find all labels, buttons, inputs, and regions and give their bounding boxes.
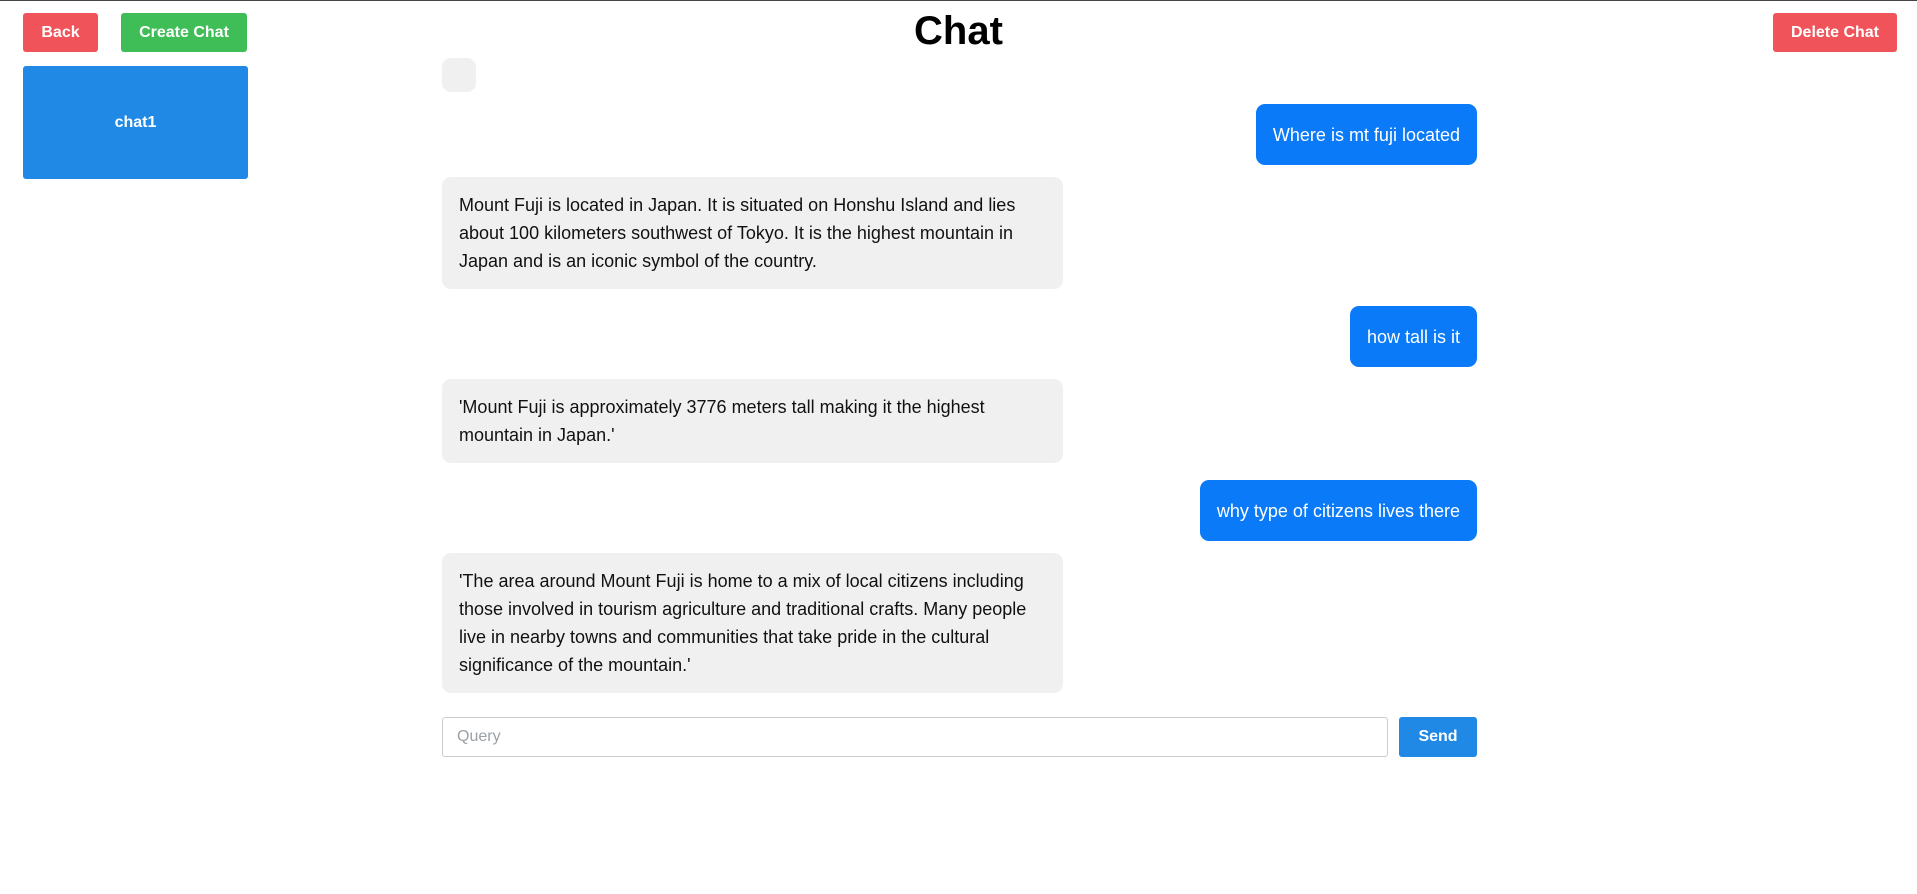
send-button[interactable]: Send (1399, 717, 1477, 757)
user-message: why type of citizens lives there (1199, 480, 1477, 541)
page-title: Chat (914, 9, 1003, 53)
assistant-message: 'Mount Fuji is approximately 3776 meters… (442, 379, 1063, 463)
assistant-message: Mount Fuji is located in Japan. It is si… (442, 177, 1063, 289)
chat-list: chat1 (23, 66, 248, 179)
chat-list-item[interactable]: chat1 (23, 66, 248, 179)
query-input[interactable] (442, 717, 1388, 757)
user-message: how tall is it (1349, 306, 1477, 367)
composer: Send (442, 717, 1477, 757)
message-list: Where is mt fuji located Mount Fuji is l… (442, 58, 1477, 693)
assistant-message: 'The area around Mount Fuji is home to a… (442, 553, 1063, 693)
user-message: Where is mt fuji located (1255, 104, 1477, 165)
delete-chat-button[interactable]: Delete Chat (1773, 13, 1897, 52)
empty-message-bubble (442, 58, 476, 92)
